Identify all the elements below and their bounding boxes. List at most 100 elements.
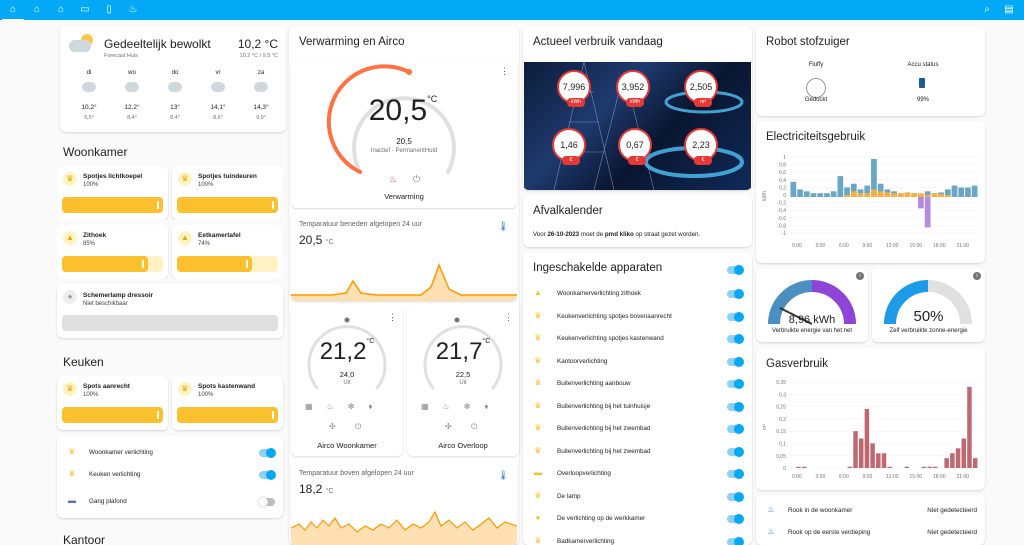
- brightness-slider[interactable]: [62, 197, 163, 213]
- light-icon: ♛: [534, 490, 542, 500]
- home-icon[interactable]: ⌂: [30, 3, 44, 17]
- toggle-switch[interactable]: [258, 497, 275, 507]
- weather-condition: Gedeeltelijk bewolkt: [104, 37, 211, 51]
- phone-icon[interactable]: ▯: [102, 3, 116, 17]
- device-toggle[interactable]: [727, 469, 744, 479]
- y-tick-label: -0,8: [777, 223, 786, 229]
- airco-mode: Uit: [459, 380, 467, 386]
- forecast-low: 8,4°: [170, 115, 180, 121]
- light-tile[interactable]: ♛ Spotjes tuindeuren 100%: [172, 166, 282, 220]
- graph-value: 18,2 °C: [299, 482, 334, 496]
- brightness-track[interactable]: [177, 256, 278, 272]
- smoke-detector-icon: ♨: [767, 505, 775, 514]
- home-icon[interactable]: ⌂: [2, 3, 24, 21]
- device-toggle[interactable]: [727, 491, 744, 502]
- usage-bubble[interactable]: 7,996 kWh: [557, 70, 591, 107]
- brightness-slider[interactable]: [62, 256, 148, 272]
- bulb-icon[interactable]: ♛: [178, 382, 192, 396]
- weather-card[interactable]: Gedeeltelijk bewolkt Forecast Huis 10,2 …: [60, 26, 286, 132]
- bulb-icon[interactable]: ♛: [63, 382, 77, 396]
- afval-message: Voor 26-10-2023 moet de pmd kliko op str…: [533, 231, 700, 238]
- device-toggle[interactable]: [727, 311, 744, 322]
- graph-value: 20,5 °C: [299, 233, 334, 247]
- heat-mode-icon[interactable]: ♨: [389, 174, 397, 185]
- usage-bubble[interactable]: 2,23 €: [684, 128, 718, 165]
- section-title-kantoor: Kantoor: [63, 533, 106, 545]
- thermostat-card[interactable]: ⋮ 20,5°C 20,5 Inactief - PermanentHold ♨…: [291, 60, 517, 208]
- power-icon[interactable]: ⏻: [471, 422, 477, 432]
- light-tile-unavailable[interactable]: ● Schemerlamp dressoir Niet beschikbaar: [57, 284, 283, 338]
- device-toggle[interactable]: [727, 536, 744, 545]
- light-tile[interactable]: ▲ Eetkamertafel 74%: [172, 225, 282, 279]
- device-toggle[interactable]: [727, 424, 744, 434]
- section-title-woonkamer: Woonkamer: [63, 145, 128, 159]
- power-icon[interactable]: ⏻: [355, 422, 361, 432]
- airco-mode: Uit: [343, 380, 351, 386]
- toggle-switch[interactable]: [259, 448, 276, 458]
- lamp-icon[interactable]: ▲: [63, 231, 77, 245]
- x-tick-label: 12:00: [886, 243, 899, 249]
- search-icon[interactable]: ⌕: [980, 3, 994, 17]
- usage-bubble[interactable]: 3,952 kWh: [616, 70, 650, 107]
- gas-card[interactable]: Gasverbruik 0,35 0,3 0,25 0,2 0,15 0,1 0,05 0 m³…: [756, 348, 985, 490]
- y-tick-label: 0,05: [776, 454, 786, 460]
- bulb-icon[interactable]: ♛: [63, 172, 77, 186]
- device-toggle[interactable]: [727, 401, 744, 412]
- tile-name: Spots kastenwand: [198, 383, 256, 390]
- bubble-unit: €: [562, 156, 580, 165]
- toggle-switch[interactable]: [259, 470, 276, 480]
- home-icon[interactable]: ⌂: [54, 3, 68, 17]
- monitor-icon[interactable]: ▭: [78, 3, 92, 17]
- device-toggle[interactable]: [727, 356, 744, 367]
- bulb-icon[interactable]: ♛: [178, 172, 192, 186]
- brightness-track[interactable]: [62, 256, 163, 272]
- device-toggle[interactable]: [727, 379, 744, 389]
- temperature-graph-card[interactable]: Temparatuur beneden afgelopen 24 uur 🌡 2…: [291, 213, 517, 301]
- solar-usage-bar: [944, 195, 951, 197]
- device-toggle[interactable]: [727, 289, 744, 299]
- mode-icons[interactable]: ▦♨✻♦: [421, 402, 503, 411]
- bubble-value: 3,952: [621, 82, 645, 92]
- power-icon[interactable]: ⏻: [413, 174, 420, 185]
- robot-card[interactable]: Robot stofzuiger Fluffy Gedockt Accu sta…: [756, 26, 985, 116]
- light-tile[interactable]: ♛ Spots aanrecht 100%: [57, 376, 168, 430]
- energy-gauge-card[interactable]: i 8,96 kWh Verbruikte energie van het ne…: [756, 268, 868, 342]
- brightness-slider[interactable]: [62, 407, 163, 423]
- gas-bar: [972, 458, 978, 468]
- bubble-unit: kWh: [567, 98, 585, 107]
- airco-card[interactable]: ⋮ 21,7°C 22,5 Uit ▦♨✻♦ ✣ ⏻ Airco Overloo…: [407, 306, 519, 456]
- gas-bar: [881, 453, 887, 468]
- fan-icon[interactable]: ✣: [445, 422, 452, 431]
- robot-vacuum-icon[interactable]: [806, 78, 826, 98]
- brightness-slider[interactable]: [177, 256, 252, 272]
- chat-icon[interactable]: ▤: [1002, 3, 1016, 17]
- bubble-value: 1,46: [560, 140, 578, 150]
- temperature-graph-card[interactable]: Temparatuur boven afgelopen 24 uur 🌡 18,…: [291, 462, 517, 545]
- y-tick-label: 0,35: [776, 380, 786, 386]
- light-tile[interactable]: ♛ Spots kastenwand 100%: [172, 376, 283, 430]
- light-tile[interactable]: ♛ Spotjes lichtkoepel 100%: [57, 166, 168, 220]
- mode-icons[interactable]: ▦♨✻♦: [305, 402, 387, 411]
- afvalkalender-card[interactable]: Afvalkalender Voor 26-10-2023 moet de pm…: [523, 195, 752, 247]
- brightness-slider[interactable]: [177, 407, 278, 423]
- fan-icon[interactable]: ✣: [329, 422, 336, 431]
- usage-bubble[interactable]: 2,505 m³: [684, 70, 718, 107]
- device-toggle[interactable]: [727, 334, 744, 344]
- master-toggle[interactable]: [727, 265, 744, 275]
- airco-card[interactable]: ⋮ 21,2°C 24,0 Uit ▦♨✻♦ ✣ ⏻ Airco Woonkam…: [291, 306, 403, 456]
- brightness-slider[interactable]: [177, 197, 278, 213]
- bubble-value: 0,67: [626, 140, 644, 150]
- device-toggle[interactable]: [727, 514, 744, 524]
- electricity-card[interactable]: Electriciteitsgebruik 1 0,8 0,6 0,4 0,2 0 -0,2…: [756, 121, 985, 263]
- usage-bubble[interactable]: 1,46 €: [552, 128, 586, 165]
- fire-icon[interactable]: ♨: [126, 3, 140, 17]
- lamp-icon[interactable]: ▲: [178, 231, 192, 245]
- card-title: Verwarming en Airco: [299, 36, 405, 48]
- light-tile[interactable]: ▲ Zithoek 85%: [57, 225, 168, 279]
- solar-gauge-card[interactable]: i 50% Zelf verbruikte zonne-energie: [872, 268, 985, 342]
- device-toggle[interactable]: [727, 446, 744, 457]
- y-tick-label: 0,4: [779, 178, 786, 184]
- thermostat-dial[interactable]: [291, 60, 517, 208]
- usage-bubble[interactable]: 0,67 €: [618, 128, 652, 165]
- lamp-icon[interactable]: ●: [63, 290, 77, 304]
